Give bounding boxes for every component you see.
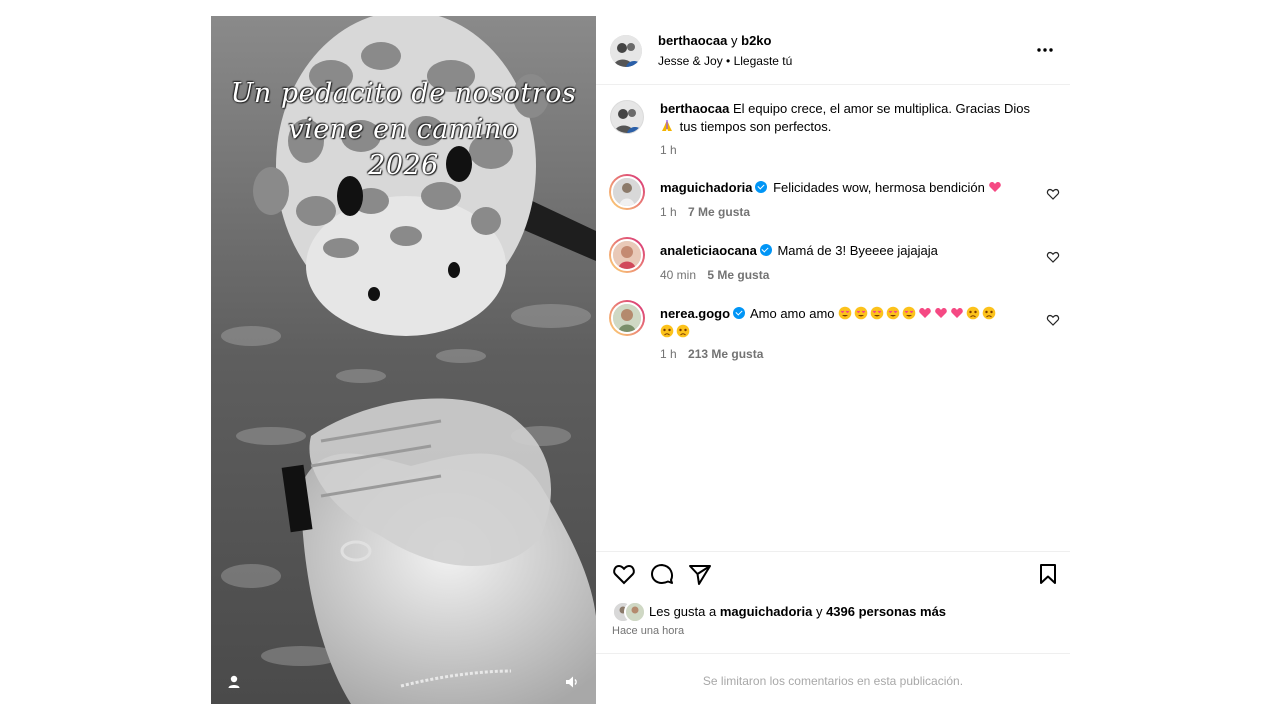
comment-text: Amo amo amo bbox=[749, 306, 835, 321]
likes-prefix: Les gusta a bbox=[649, 604, 717, 619]
author-username-2[interactable]: b2ko bbox=[741, 33, 771, 48]
crying-face-emoji-icon bbox=[660, 324, 674, 338]
verified-badge-icon bbox=[759, 244, 772, 256]
comment-username[interactable]: nerea.gogo bbox=[660, 306, 730, 321]
comment-avatar[interactable] bbox=[611, 239, 643, 271]
post-authors: berthaocaa y b2ko bbox=[658, 33, 771, 48]
comment-likes[interactable]: 213 Me gusta bbox=[688, 347, 763, 361]
pink-heart-icon bbox=[989, 181, 1002, 192]
story-ring[interactable] bbox=[609, 300, 645, 336]
crying-face-emoji-icon bbox=[982, 306, 996, 320]
caption-avatar[interactable] bbox=[610, 100, 644, 134]
comment-meta: 1 h 7 Me gusta bbox=[660, 205, 750, 219]
authors-joiner: y bbox=[731, 33, 738, 48]
post-header: berthaocaa y b2ko Jesse & Joy • Llegaste… bbox=[596, 16, 1070, 85]
heart-eyes-emoji-icon bbox=[838, 306, 852, 320]
share-send-icon[interactable] bbox=[687, 561, 713, 587]
caption-time[interactable]: 1 h bbox=[660, 143, 677, 157]
author-avatar[interactable] bbox=[610, 35, 642, 67]
actions-divider bbox=[596, 551, 1070, 552]
likes-middle: y bbox=[815, 604, 823, 619]
liker-avatar[interactable] bbox=[624, 601, 646, 623]
comment-meta: 40 min 5 Me gusta bbox=[660, 268, 769, 282]
verified-badge-icon bbox=[733, 307, 746, 319]
comment-text: Mamá de 3! Byeeee jajajaja bbox=[777, 243, 938, 258]
heart-eyes-emoji-icon bbox=[854, 306, 868, 320]
likes-count[interactable]: 4396 personas más bbox=[826, 604, 946, 619]
comment-row: analeticiaocana Mamá de 3! Byeeee jajaja… bbox=[660, 242, 1030, 260]
post-subtitle: Jesse & Joy • Llegaste tú bbox=[658, 54, 792, 68]
comment-row: nerea.gogo Amo amo amo bbox=[660, 305, 1030, 341]
caption-text-part1: El equipo crece, el amor se multiplica. … bbox=[733, 101, 1030, 116]
pink-heart-icon bbox=[951, 307, 963, 318]
heart-eyes-emoji-icon bbox=[870, 306, 884, 320]
comment-time[interactable]: 40 min bbox=[660, 268, 696, 282]
comment-likes[interactable]: 5 Me gusta bbox=[707, 268, 769, 282]
overlay-text-line3: 2026 bbox=[368, 150, 439, 181]
comment-text: Felicidades wow, hermosa bendición bbox=[773, 180, 985, 195]
more-horizontal-icon[interactable] bbox=[1036, 46, 1054, 54]
comment-username[interactable]: maguichadoria bbox=[660, 180, 752, 195]
praying-hands-icon bbox=[662, 120, 672, 131]
likes-user[interactable]: maguichadoria bbox=[720, 604, 812, 619]
post-timestamp[interactable]: Hace una hora bbox=[612, 625, 684, 637]
overlay-text-line2: viene en camino bbox=[288, 114, 519, 145]
comment-avatar[interactable] bbox=[611, 176, 643, 208]
comment-like-heart-icon[interactable] bbox=[1046, 313, 1060, 327]
post-media[interactable]: Un pedacito de nosotros viene en camino … bbox=[211, 16, 596, 704]
comment-row: maguichadoria Felicidades wow, hermosa b… bbox=[660, 179, 1030, 197]
crying-face-emoji-icon bbox=[966, 306, 980, 320]
save-bookmark-icon[interactable] bbox=[1035, 561, 1061, 587]
heart-eyes-emoji-icon bbox=[902, 306, 916, 320]
story-ring[interactable] bbox=[609, 174, 645, 210]
post-details-panel: berthaocaa y b2ko Jesse & Joy • Llegaste… bbox=[596, 16, 1070, 704]
comment-bubble-icon[interactable] bbox=[649, 561, 675, 587]
caption: berthaocaa El equipo crece, el amor se m… bbox=[660, 100, 1060, 136]
audio-artist[interactable]: Jesse & Joy bbox=[658, 54, 723, 68]
pink-heart-icon bbox=[919, 307, 931, 318]
likes-summary: Les gusta a maguichadoria y 4396 persona… bbox=[649, 604, 946, 619]
caption-text-part2: tus tiempos son perfectos. bbox=[679, 119, 832, 134]
comment-like-heart-icon[interactable] bbox=[1046, 187, 1060, 201]
comment-likes[interactable]: 7 Me gusta bbox=[688, 205, 750, 219]
heart-eyes-emoji-icon bbox=[886, 306, 900, 320]
comment-like-heart-icon[interactable] bbox=[1046, 250, 1060, 264]
audio-volume-icon[interactable] bbox=[563, 673, 581, 691]
comment-username[interactable]: analeticiaocana bbox=[660, 243, 757, 258]
subtitle-bullet: • bbox=[726, 54, 731, 68]
author-username-1[interactable]: berthaocaa bbox=[658, 33, 727, 48]
comment-time[interactable]: 1 h bbox=[660, 347, 677, 361]
comment-avatar[interactable] bbox=[611, 302, 643, 334]
story-ring[interactable] bbox=[609, 237, 645, 273]
footer-divider bbox=[596, 653, 1070, 654]
audio-song[interactable]: Llegaste tú bbox=[734, 54, 793, 68]
comment-time[interactable]: 1 h bbox=[660, 205, 677, 219]
crying-face-emoji-icon bbox=[676, 324, 690, 338]
like-heart-icon[interactable] bbox=[611, 561, 637, 587]
comments-limited-notice: Se limitaron los comentarios en esta pub… bbox=[702, 674, 964, 688]
comment-meta: 1 h 213 Me gusta bbox=[660, 347, 763, 361]
overlay-text-line1: Un pedacito de nosotros bbox=[230, 78, 577, 109]
caption-username[interactable]: berthaocaa bbox=[660, 101, 729, 116]
pink-heart-icon bbox=[935, 307, 947, 318]
verified-badge-icon bbox=[755, 181, 768, 193]
tagged-user-icon[interactable] bbox=[225, 673, 243, 691]
